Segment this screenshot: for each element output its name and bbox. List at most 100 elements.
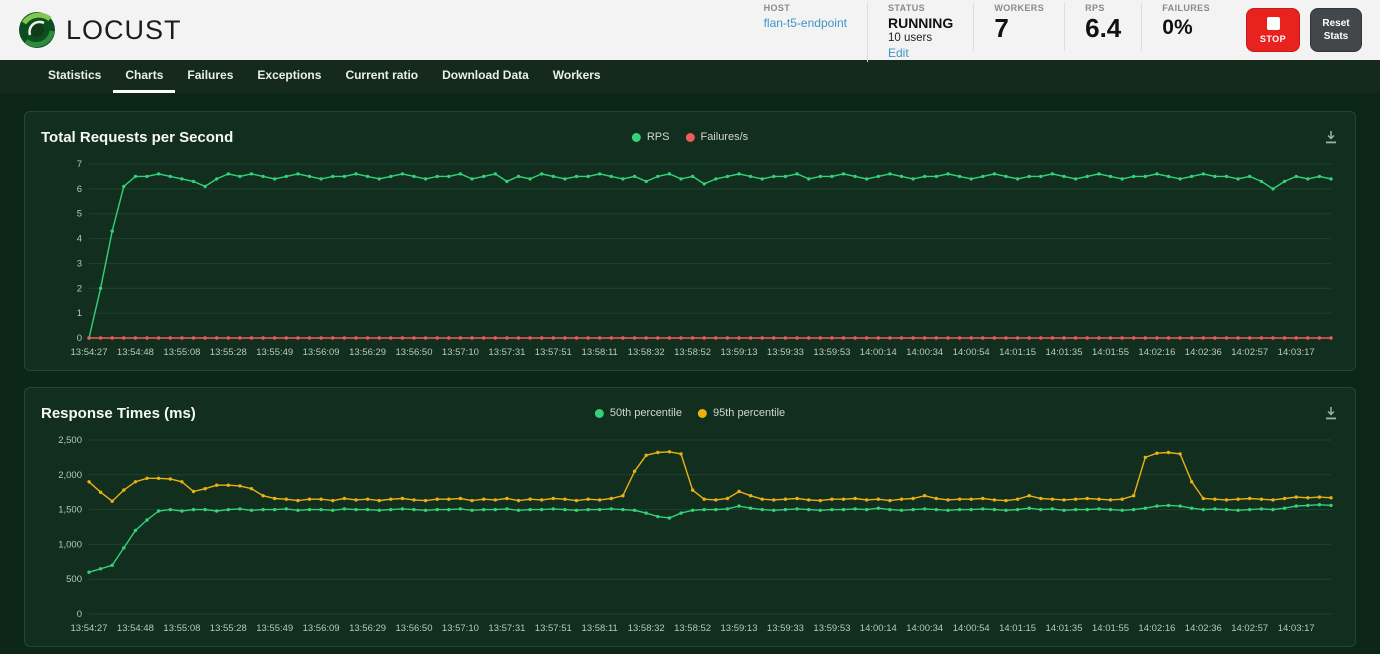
svg-text:14:02:16: 14:02:16 [1138, 623, 1175, 634]
svg-text:14:01:15: 14:01:15 [999, 623, 1036, 634]
tab-charts[interactable]: Charts [113, 60, 175, 93]
download-chart-icon[interactable] [1323, 405, 1339, 421]
svg-text:13:58:11: 13:58:11 [582, 347, 618, 358]
svg-text:14:02:57: 14:02:57 [1231, 623, 1268, 634]
chart-legend-requests: RPS Failures/s [632, 131, 748, 143]
status-label: STATUS [888, 3, 953, 13]
legend-label: RPS [647, 131, 670, 143]
svg-text:14:02:16: 14:02:16 [1138, 347, 1175, 358]
svg-text:13:55:08: 13:55:08 [163, 623, 200, 634]
svg-text:13:56:09: 13:56:09 [303, 347, 340, 358]
header-actions: STOP Reset Stats [1246, 8, 1362, 52]
header-stats: HOST flan-t5-endpoint STATUS RUNNING 10 … [744, 0, 1230, 62]
svg-text:6: 6 [77, 184, 82, 195]
svg-text:13:57:10: 13:57:10 [442, 623, 479, 634]
svg-text:14:01:55: 14:01:55 [1092, 347, 1129, 358]
svg-text:13:57:51: 13:57:51 [535, 623, 572, 634]
svg-text:14:03:17: 14:03:17 [1278, 347, 1315, 358]
host-link[interactable]: flan-t5-endpoint [764, 16, 847, 30]
legend-label: 95th percentile [713, 407, 785, 419]
legend-item-95th-percentile[interactable]: 95th percentile [698, 407, 785, 419]
stat-workers: WORKERS 7 [973, 3, 1064, 51]
svg-text:13:58:32: 13:58:32 [628, 623, 665, 634]
svg-text:13:58:52: 13:58:52 [674, 347, 711, 358]
edit-users-link[interactable]: Edit [888, 46, 909, 60]
stop-button[interactable]: STOP [1246, 8, 1300, 52]
svg-text:13:59:13: 13:59:13 [721, 623, 758, 634]
app-title: LOCUST [66, 15, 182, 46]
svg-text:13:55:08: 13:55:08 [163, 347, 200, 358]
svg-text:5: 5 [77, 209, 82, 220]
legend-dot [698, 409, 707, 418]
svg-text:2,000: 2,000 [58, 470, 82, 481]
svg-text:1,000: 1,000 [58, 539, 82, 550]
svg-text:13:55:49: 13:55:49 [256, 623, 293, 634]
locust-logo [18, 11, 56, 49]
chart-legend-response-times: 50th percentile 95th percentile [595, 407, 785, 419]
tab-failures[interactable]: Failures [175, 60, 245, 93]
chart-panel-requests: Total Requests per Second RPSFailures/s … [24, 111, 1356, 371]
svg-text:13:54:48: 13:54:48 [117, 623, 154, 634]
svg-text:14:03:17: 14:03:17 [1278, 623, 1315, 634]
svg-text:7: 7 [77, 159, 82, 170]
download-icon [1323, 405, 1339, 421]
svg-text:14:00:34: 14:00:34 [906, 347, 943, 358]
download-chart-icon[interactable] [1323, 129, 1339, 145]
svg-text:4: 4 [77, 234, 82, 245]
svg-text:13:58:11: 13:58:11 [582, 623, 618, 634]
stat-rps: RPS 6.4 [1064, 3, 1141, 51]
tab-exceptions[interactable]: Exceptions [245, 60, 333, 93]
reset-stats-button[interactable]: Reset Stats [1310, 8, 1362, 52]
svg-text:13:59:33: 13:59:33 [767, 623, 804, 634]
nav-tabs: StatisticsChartsFailuresExceptionsCurren… [0, 60, 1380, 93]
failures-value: 0% [1162, 17, 1210, 39]
response-times-chart-canvas[interactable]: 05001,0001,5002,0002,50013:54:2713:54:48… [41, 430, 1341, 638]
chart-title-response-times: Response Times (ms) [41, 405, 196, 422]
tab-statistics[interactable]: Statistics [36, 60, 113, 93]
legend-item-failures-s[interactable]: Failures/s [685, 131, 748, 143]
svg-text:13:57:31: 13:57:31 [488, 347, 525, 358]
failures-label: FAILURES [1162, 3, 1210, 13]
svg-text:14:00:14: 14:00:14 [860, 623, 897, 634]
svg-text:0: 0 [77, 609, 82, 620]
svg-text:14:01:55: 14:01:55 [1092, 623, 1129, 634]
svg-text:0: 0 [77, 333, 82, 344]
legend-dot [685, 133, 694, 142]
svg-text:13:55:28: 13:55:28 [210, 623, 247, 634]
rps-label: RPS [1085, 3, 1121, 13]
svg-text:13:56:29: 13:56:29 [349, 623, 386, 634]
stop-label: STOP [1260, 34, 1286, 44]
tab-workers[interactable]: Workers [541, 60, 613, 93]
svg-text:13:58:52: 13:58:52 [674, 623, 711, 634]
tab-current-ratio[interactable]: Current ratio [333, 60, 430, 93]
svg-text:14:01:35: 14:01:35 [1046, 347, 1083, 358]
svg-text:14:02:36: 14:02:36 [1185, 623, 1222, 634]
status-users: 10 users [888, 32, 953, 44]
stat-failures: FAILURES 0% [1141, 3, 1230, 51]
svg-text:14:01:35: 14:01:35 [1046, 623, 1083, 634]
charts-page: Total Requests per Second RPSFailures/s … [0, 93, 1380, 647]
workers-label: WORKERS [994, 3, 1044, 13]
svg-text:14:00:54: 14:00:54 [953, 623, 990, 634]
legend-item-rps[interactable]: RPS [632, 131, 670, 143]
svg-text:13:59:33: 13:59:33 [767, 347, 804, 358]
svg-text:13:56:29: 13:56:29 [349, 347, 386, 358]
svg-text:14:00:14: 14:00:14 [860, 347, 897, 358]
svg-text:13:56:50: 13:56:50 [396, 347, 433, 358]
legend-item-50th-percentile[interactable]: 50th percentile [595, 407, 682, 419]
svg-text:13:57:51: 13:57:51 [535, 347, 572, 358]
tab-download-data[interactable]: Download Data [430, 60, 541, 93]
svg-text:13:58:32: 13:58:32 [628, 347, 665, 358]
host-label: HOST [764, 3, 847, 13]
rps-chart-canvas[interactable]: 0123456713:54:2713:54:4813:55:0813:55:28… [41, 154, 1341, 362]
svg-text:3: 3 [77, 258, 82, 269]
svg-text:13:57:31: 13:57:31 [488, 623, 525, 634]
svg-text:1: 1 [77, 308, 82, 319]
workers-value: 7 [994, 15, 1044, 42]
svg-text:500: 500 [66, 574, 82, 585]
chart-title-requests: Total Requests per Second [41, 129, 233, 146]
svg-text:13:54:48: 13:54:48 [117, 347, 154, 358]
stop-icon [1267, 17, 1280, 30]
download-icon [1323, 129, 1339, 145]
brand[interactable]: LOCUST [18, 11, 182, 49]
